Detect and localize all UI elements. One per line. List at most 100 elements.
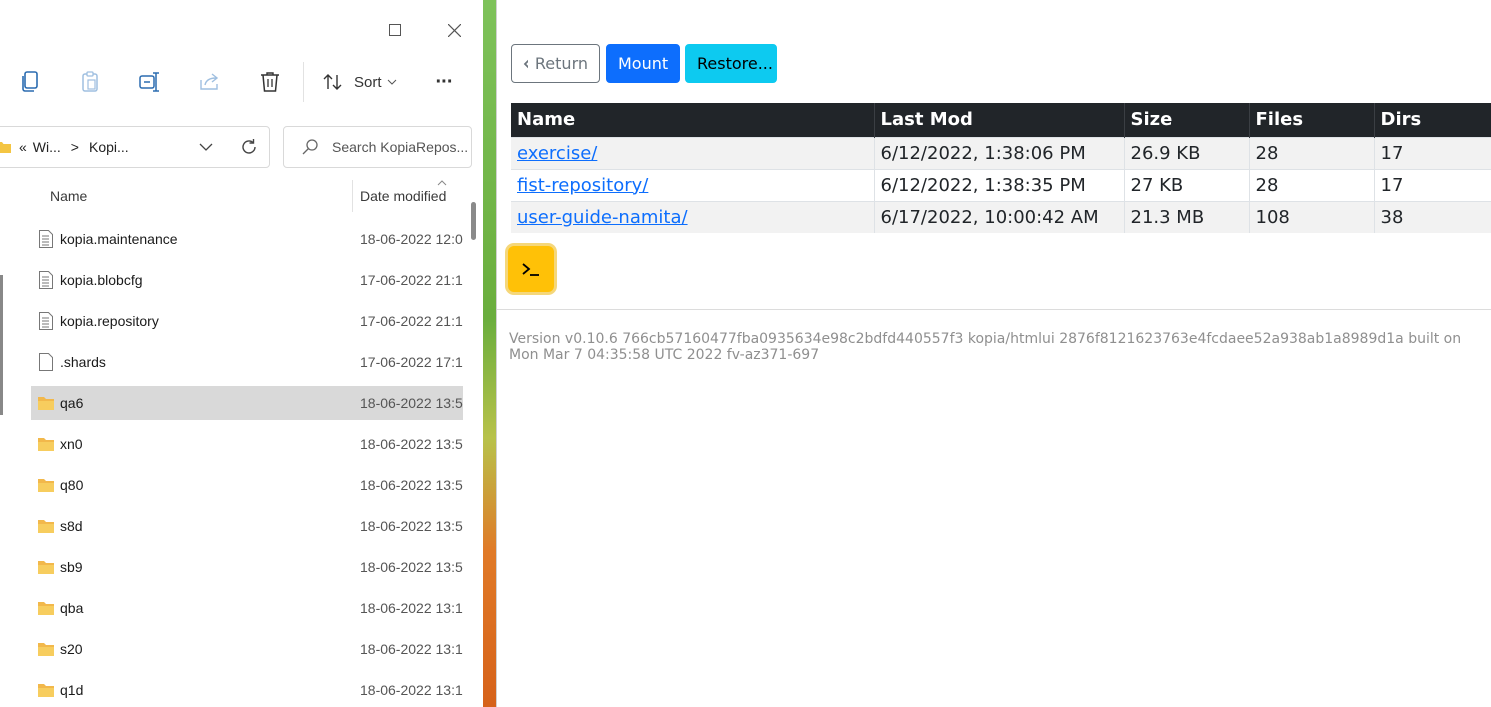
breadcrumb-item[interactable]: Kopi... — [89, 139, 129, 155]
cell-last-mod: 6/12/2022, 1:38:06 PM — [880, 142, 1086, 164]
search-input[interactable]: Search KopiaRepos... — [283, 126, 472, 168]
cell-files: 28 — [1255, 142, 1279, 164]
trash-icon — [261, 72, 279, 92]
folder-icon — [38, 557, 54, 577]
folder-icon — [38, 434, 54, 454]
chevron-down-icon[interactable] — [199, 143, 213, 151]
table-row: fist-repository/6/12/2022, 1:38:35 PM 27 … — [511, 168, 1491, 201]
chevron-down-icon — [387, 79, 396, 85]
file-name: kopia.repository — [60, 313, 159, 329]
table-header-row: Name Last Mod Size Files Dirs — [511, 103, 1491, 137]
restore-button[interactable]: Restore... — [685, 44, 777, 83]
maximize-button[interactable] — [375, 18, 415, 42]
file-list-item[interactable]: .shards 17-06-2022 17:1 — [31, 345, 463, 379]
file-list-item[interactable]: sb9 18-06-2022 13:5 — [31, 550, 463, 584]
file-name: xn0 — [60, 436, 83, 452]
file-name: qba — [60, 600, 84, 616]
file-list-item[interactable]: qa6 18-06-2022 13:5 — [31, 386, 463, 420]
breadcrumb-overflow[interactable]: « — [19, 139, 27, 155]
table-cell: 6/12/2022, 1:38:35 PM — [874, 168, 1125, 201]
terminal-button[interactable] — [508, 246, 554, 292]
column-header-files[interactable]: Files — [1249, 103, 1375, 137]
toolbar-separator — [303, 62, 304, 102]
copy-button[interactable] — [14, 60, 46, 104]
column-header-last-mod[interactable]: Last Mod — [874, 103, 1125, 137]
paste-button[interactable] — [74, 60, 106, 104]
folder-icon — [38, 680, 54, 700]
table-cell: 6/17/2022, 10:00:42 AM — [874, 200, 1125, 233]
cell-dirs: 38 — [1380, 206, 1404, 228]
copy-icon — [22, 71, 38, 92]
file-icon — [38, 352, 54, 372]
file-date-modified: 18-06-2022 12:0 — [360, 231, 463, 247]
table-cell: 38 — [1374, 200, 1491, 233]
search-placeholder: Search KopiaRepos... — [332, 139, 469, 155]
file-date-modified: 18-06-2022 13:1 — [360, 600, 463, 616]
address-bar[interactable]: « Wi... > Kopi... — [0, 126, 270, 168]
folder-icon — [38, 639, 54, 659]
refresh-icon[interactable] — [240, 138, 258, 156]
file-name: qa6 — [60, 395, 84, 411]
file-list-item[interactable]: s20 18-06-2022 13:1 — [31, 632, 463, 666]
sort-button[interactable]: Sort — [322, 60, 402, 104]
file-list-item[interactable]: q80 18-06-2022 13:5 — [31, 468, 463, 502]
more-options-button[interactable]: ··· — [424, 60, 464, 104]
folder-icon — [38, 598, 54, 618]
window-edge — [0, 275, 3, 415]
file-date-modified: 17-06-2022 17:1 — [360, 354, 463, 370]
table-cell: 108 — [1249, 200, 1375, 233]
rename-icon — [139, 72, 159, 92]
chevron-up-icon — [437, 180, 447, 186]
paste-icon — [82, 71, 98, 92]
scrollbar-thumb[interactable] — [471, 202, 476, 240]
column-header-name[interactable]: Name — [511, 103, 875, 137]
column-header-name[interactable]: Name — [50, 178, 87, 214]
breadcrumb-item[interactable]: Wi... — [33, 139, 61, 155]
column-header-dirs[interactable]: Dirs — [1374, 103, 1491, 137]
cell-last-mod: 6/12/2022, 1:38:35 PM — [880, 174, 1086, 196]
file-list-item[interactable]: kopia.repository 17-06-2022 21:1 — [31, 304, 463, 338]
vertical-scrollbar[interactable] — [470, 178, 476, 707]
folder-icon — [38, 516, 54, 536]
file-name: q80 — [60, 477, 84, 493]
file-date-modified: 18-06-2022 13:5 — [360, 477, 463, 493]
document-icon — [38, 270, 54, 290]
file-list-item[interactable]: kopia.blobcfg 17-06-2022 21:1 — [31, 263, 463, 297]
chevron-left-icon — [523, 59, 528, 68]
table-cell: exercise/ — [511, 136, 875, 169]
share-icon — [200, 73, 219, 90]
cell-size: 27 KB — [1130, 174, 1184, 196]
table-cell: user-guide-namita/ — [511, 200, 875, 233]
file-date-modified: 18-06-2022 13:5 — [360, 395, 463, 411]
file-list-item[interactable]: s8d 18-06-2022 13:5 — [31, 509, 463, 543]
search-icon — [302, 139, 318, 155]
file-list-item[interactable]: xn0 18-06-2022 13:5 — [31, 427, 463, 461]
column-header-size[interactable]: Size — [1124, 103, 1250, 137]
directory-link[interactable]: fist-repository/ — [517, 175, 648, 196]
directory-link[interactable]: exercise/ — [517, 143, 597, 164]
table-cell: 26.9 KB — [1124, 136, 1250, 169]
mount-button[interactable]: Mount — [606, 44, 680, 83]
return-button[interactable]: Return — [511, 44, 600, 83]
table-cell: 28 — [1249, 136, 1375, 169]
file-list-item[interactable]: q1d 18-06-2022 13:1 — [31, 673, 463, 707]
delete-button[interactable] — [254, 60, 286, 104]
file-list-item[interactable]: qba 18-06-2022 13:1 — [31, 591, 463, 625]
cell-size: 26.9 KB — [1130, 142, 1201, 164]
column-divider[interactable] — [352, 180, 353, 212]
version-info: Version v0.10.6 766cb57160477fba0935634e… — [509, 331, 1462, 363]
folder-icon — [38, 393, 54, 413]
directory-link[interactable]: user-guide-namita/ — [517, 207, 688, 228]
file-name: .shards — [60, 354, 106, 370]
file-name: s20 — [60, 641, 83, 657]
cell-dirs: 17 — [1380, 174, 1404, 196]
share-button[interactable] — [194, 60, 226, 104]
table-cell: 17 — [1374, 136, 1491, 169]
title-strip — [0, 0, 483, 18]
sort-label: Sort — [354, 73, 382, 91]
close-button[interactable] — [434, 18, 474, 42]
column-header-date[interactable]: Date modified — [360, 178, 446, 214]
snapshot-directory-table: Name Last Mod Size Files Dirs exercise/6… — [511, 103, 1491, 233]
rename-button[interactable] — [134, 60, 166, 104]
file-list-item[interactable]: kopia.maintenance 18-06-2022 12:0 — [31, 222, 463, 256]
